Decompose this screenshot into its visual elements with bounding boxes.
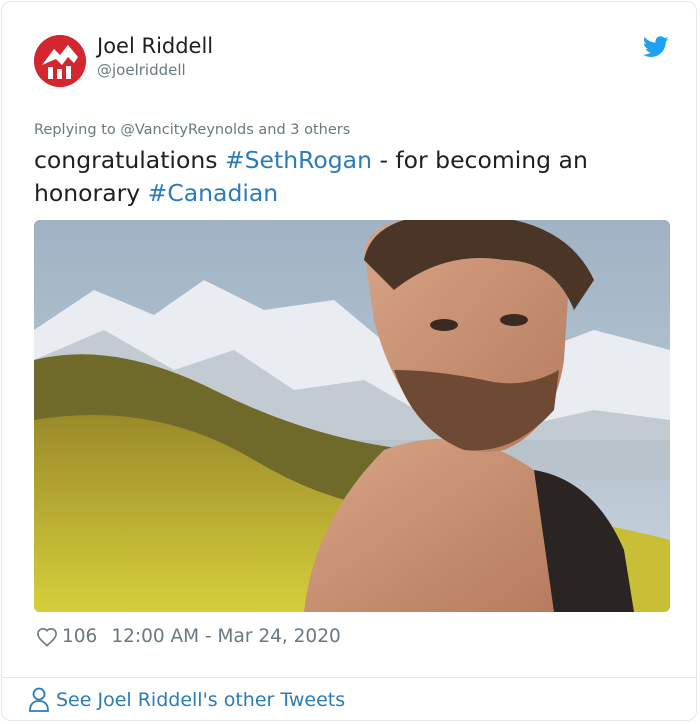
replying-to[interactable]: Replying to @VancityReynolds and 3 other… [34, 122, 350, 138]
see-other-tweets-label[interactable]: See Joel Riddell's other Tweets [56, 689, 345, 711]
tweet-text-part: congratulations [34, 146, 225, 174]
person-icon [29, 687, 49, 712]
tweet-text: congratulations #SethRogan - for becomin… [34, 144, 654, 210]
author-name[interactable]: Joel Riddell [97, 34, 213, 58]
author-handle[interactable]: @joelriddell [97, 61, 186, 79]
divider [2, 677, 698, 678]
hashtag-canadian[interactable]: #Canadian [148, 179, 279, 207]
twitter-bird-icon[interactable] [643, 36, 669, 58]
heart-icon[interactable] [36, 627, 58, 647]
tweet-photo[interactable] [34, 220, 670, 612]
tweet-card: Joel Riddell @joelriddell Replying to @V… [1, 1, 698, 721]
timestamp[interactable]: 12:00 AM - Mar 24, 2020 [111, 626, 340, 647]
tweet-meta: 106 12:00 AM - Mar 24, 2020 [36, 626, 341, 647]
avatar[interactable] [34, 35, 86, 87]
photo-image [34, 220, 670, 612]
see-other-tweets-link[interactable]: See Joel Riddell's other Tweets [28, 687, 345, 713]
like-count[interactable]: 106 [62, 626, 97, 647]
avatar-graphic-icon [34, 35, 86, 87]
hashtag-sethrogan[interactable]: #SethRogan [225, 146, 372, 174]
